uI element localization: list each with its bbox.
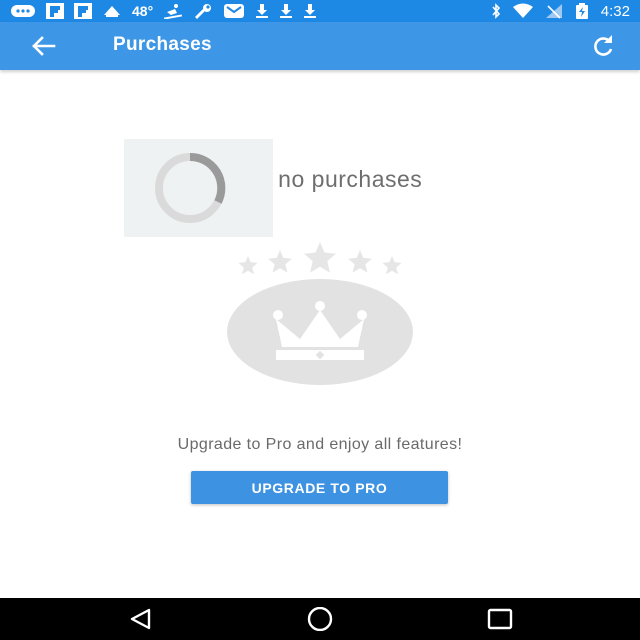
wifi-icon [512, 3, 533, 19]
upgrade-to-pro-button[interactable]: UPGRADE TO PRO [191, 471, 448, 504]
stars-icon [238, 242, 402, 275]
refresh-icon [594, 35, 613, 56]
no-signal-icon [545, 3, 563, 19]
nav-home-button[interactable] [306, 606, 334, 632]
status-bar: 48° 4:32 [0, 0, 640, 22]
refresh-button[interactable] [590, 34, 616, 58]
weather-icon [102, 3, 122, 19]
messages-icon [10, 3, 36, 19]
nav-back-button[interactable] [127, 607, 155, 631]
clock: 4:32 [600, 2, 630, 20]
page-title: Purchases [113, 34, 212, 55]
navigation-bar [0, 598, 640, 640]
app-bar: Purchases [0, 22, 640, 70]
crown-illustration [227, 279, 413, 385]
loading-overlay [124, 139, 273, 237]
wrench-icon [193, 3, 213, 19]
download-icon [279, 3, 293, 19]
nav-home-icon [307, 606, 333, 632]
back-button[interactable] [30, 34, 56, 58]
gmail-icon [223, 3, 245, 19]
nav-back-icon [130, 608, 151, 630]
status-right: 4:32 [491, 3, 630, 20]
battery-charging-icon [575, 3, 589, 19]
empty-message: e no purchases [258, 166, 423, 192]
nav-recents-icon [487, 608, 513, 630]
download-icon [255, 3, 269, 19]
main-content: e no purchases Upgrade to Pro and enjoy … [0, 70, 640, 598]
download-icon [303, 3, 317, 19]
flipboard-icon [74, 3, 92, 19]
ski-icon [163, 3, 183, 19]
bluetooth-icon [491, 3, 501, 19]
flipboard-icon [46, 3, 64, 19]
upgrade-description: Upgrade to Pro and enjoy all features! [177, 436, 463, 453]
status-left: 48° [10, 3, 317, 19]
crown-icon [273, 301, 367, 360]
arrow-back-icon [32, 36, 56, 56]
temperature: 48° [132, 3, 154, 19]
loading-spinner-icon [155, 152, 226, 223]
nav-recents-button[interactable] [486, 607, 514, 631]
